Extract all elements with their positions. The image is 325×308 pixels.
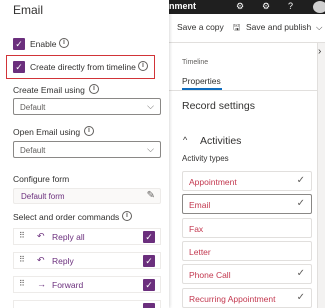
checkmark-icon: ✓ (296, 175, 305, 186)
reply-icon: ↶ (37, 255, 45, 265)
divider (169, 90, 317, 91)
configure-form-field[interactable]: Default form ✎ (13, 188, 161, 204)
save-icon: 🖫 (233, 22, 241, 32)
create-from-timeline-label: Create directly from timeline (30, 62, 136, 72)
activity-item-fax[interactable]: Fax (182, 218, 312, 238)
timeline-section-label: Timeline (182, 59, 209, 66)
help-icon[interactable]: ? (288, 1, 293, 11)
info-icon[interactable]: i (89, 84, 99, 94)
form-value[interactable]: Default form (21, 192, 65, 201)
activity-item-label: Appointment (189, 177, 237, 187)
open-email-using-label: Open Email using (13, 127, 81, 137)
create-from-timeline-checkbox[interactable]: ✓ (13, 61, 25, 73)
checkmark-icon: ✓ (296, 198, 305, 209)
command-label: Reply (52, 256, 74, 266)
activity-item-label: Email (189, 200, 211, 210)
activity-item-label: Recurring Appointment (189, 294, 276, 304)
chevron-right-icon[interactable]: › (318, 46, 321, 57)
command-checkbox[interactable]: ✓ (143, 231, 155, 243)
settings-icon[interactable]: ⚙ (262, 1, 270, 12)
tab-properties[interactable]: Properties (182, 76, 221, 86)
activity-item-letter[interactable]: Letter (182, 241, 312, 261)
enable-checkbox-row[interactable]: ✓ Enable i (13, 37, 93, 51)
command-checkbox[interactable]: ✓ (143, 279, 155, 291)
configure-form-label: Configure form (13, 174, 70, 184)
save-and-publish-button[interactable]: Save and publish (246, 22, 311, 32)
command-checkbox[interactable] (143, 303, 155, 308)
dropdown-value: Default (20, 103, 46, 112)
command-label: Forward (52, 280, 84, 290)
avatar[interactable] (313, 1, 325, 13)
chevron-down-icon: ⌵ (147, 101, 154, 111)
info-icon[interactable]: i (84, 126, 94, 136)
drag-handle-icon[interactable]: ⠿ (19, 231, 25, 240)
pane-divider (317, 43, 325, 308)
command-row-partial[interactable] (13, 300, 161, 308)
dropdown-value: Default (20, 146, 46, 155)
chevron-down-icon[interactable]: ⌵ (316, 22, 322, 33)
drag-handle-icon[interactable]: ⠿ (19, 279, 25, 288)
info-icon[interactable]: i (59, 38, 69, 48)
edit-pencil-icon[interactable]: ✎ (147, 190, 155, 201)
command-bar: Save a copy 🖫 Save and publish ⌵ (169, 14, 325, 43)
enable-label: Enable (30, 39, 57, 49)
command-checkbox[interactable]: ✓ (143, 255, 155, 267)
command-row-forward[interactable]: ⠿ → Forward ✓ (13, 276, 161, 293)
command-row-reply-all[interactable]: ⠿ ↶ Reply all ✓ (13, 228, 161, 245)
panel-title: Email (13, 3, 44, 17)
create-from-timeline-checkbox-row[interactable]: ✓ Create directly from timeline i (13, 60, 153, 74)
lightbulb-icon[interactable]: ⚙ (236, 1, 244, 12)
save-copy-button[interactable]: Save a copy (177, 22, 224, 32)
open-email-using-dropdown[interactable]: Default ⌵ (13, 141, 161, 158)
activity-item-recurring-appointment[interactable]: Recurring Appointment ✓ (182, 288, 312, 308)
activity-item-label: Letter (189, 247, 211, 257)
commands-label: Select and order commands (13, 212, 120, 222)
activity-types-label: Activity types (182, 154, 229, 163)
info-icon[interactable]: i (138, 61, 148, 71)
activities-heading[interactable]: Activities (200, 135, 241, 147)
create-email-using-label: Create Email using (13, 85, 85, 95)
command-label: Reply all (52, 232, 85, 242)
drag-handle-icon[interactable]: ⠿ (19, 255, 25, 264)
reply-all-icon: ↶ (37, 231, 45, 241)
forward-icon: → (37, 279, 46, 289)
activity-item-label: Phone Call (189, 270, 231, 280)
record-settings-heading: Record settings (182, 100, 255, 112)
chevron-down-icon: ⌵ (147, 144, 154, 154)
activity-item-email[interactable]: Email ✓ (182, 194, 312, 214)
create-email-using-dropdown[interactable]: Default ⌵ (13, 98, 161, 115)
chevron-up-icon[interactable]: ^ (183, 135, 187, 145)
app-title: nment (169, 1, 196, 11)
activity-item-phone-call[interactable]: Phone Call ✓ (182, 264, 312, 284)
enable-checkbox[interactable]: ✓ (13, 38, 25, 50)
checkmark-icon: ✓ (296, 292, 305, 303)
command-row-reply[interactable]: ⠿ ↶ Reply ✓ (13, 252, 161, 269)
email-settings-panel: Email ✓ Enable i ✓ Create directly from … (0, 0, 169, 308)
checkmark-icon: ✓ (296, 268, 305, 279)
info-icon[interactable]: i (122, 211, 132, 221)
activity-item-label: Fax (189, 224, 204, 234)
activity-item-appointment[interactable]: Appointment ✓ (182, 171, 312, 191)
